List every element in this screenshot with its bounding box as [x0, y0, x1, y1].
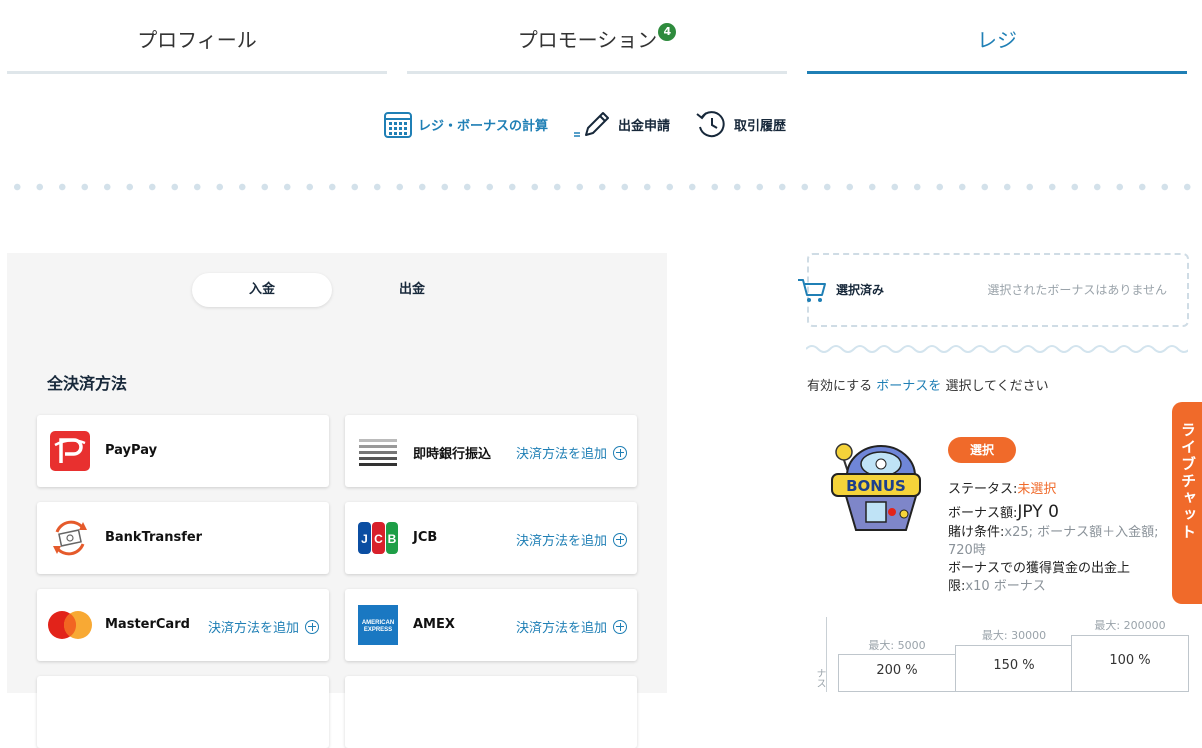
calculator-icon [384, 112, 412, 138]
bank-transfer-logo [49, 518, 91, 558]
svg-text:BONUS: BONUS [846, 477, 906, 495]
add-payment-method-button[interactable]: 決済方法を追加 [208, 617, 319, 636]
jcb-logo: J C B [357, 518, 399, 558]
svg-text:J: J [361, 532, 368, 546]
bank-transfer-stripes-logo [357, 431, 399, 471]
tab-profile[interactable]: プロフィール [7, 0, 387, 74]
deposit-toggle[interactable]: 入金 [192, 273, 332, 307]
svg-text:C: C [374, 532, 383, 546]
svg-text:EXPRESS: EXPRESS [364, 627, 392, 633]
tier-max-label: 最大: 30000 [981, 629, 1047, 642]
payment-name: BankTransfer [105, 530, 203, 545]
payment-card-partial[interactable] [37, 676, 329, 748]
bonus-calculator-link[interactable]: レジ・ボーナスの計算 [384, 110, 548, 138]
transaction-history-link[interactable]: 取引履歴 [694, 109, 786, 139]
payment-name: AMEX [413, 617, 455, 632]
amex-logo: AMERICAN EXPRESS [357, 605, 399, 645]
plus-circle-icon [613, 445, 627, 460]
withdraw-request-label: 出金申請 [618, 118, 671, 134]
svg-text:AMERICAN: AMERICAN [362, 620, 394, 626]
mastercard-logo [45, 605, 95, 645]
tab-profile-underline [7, 71, 387, 74]
cart-icon [798, 279, 826, 302]
paypay-logo [49, 431, 91, 471]
tab-cashier[interactable]: レジ [807, 0, 1187, 74]
tab-cashier-label: レジ [977, 28, 1017, 52]
tab-promotion-label: プロモーション [517, 28, 658, 52]
pencil-icon [574, 112, 610, 137]
live-chat-button[interactable]: ライブチャット [1172, 402, 1202, 604]
bonus-status: ステータス:未選択 [948, 482, 1057, 497]
bonus-cap-value: x10 ボーナス [965, 579, 1046, 594]
payment-card-mastercard[interactable]: MasterCard 決済方法を追加 [37, 589, 329, 661]
select-bonus-prompt: 有効にする ボーナスを 選択してください [807, 379, 1049, 394]
payment-card-paypay[interactable]: PayPay [37, 415, 329, 487]
history-icon [696, 111, 725, 138]
payment-name: 即時銀行振込 [413, 447, 492, 462]
cashier-subnav: レジ・ボーナスの計算 出金申請 取引履歴 [384, 108, 810, 140]
payment-card-banktransfer[interactable]: BankTransfer [37, 502, 329, 574]
add-payment-method-button[interactable]: 決済方法を追加 [516, 617, 627, 636]
bonus-link[interactable]: ボーナスを [876, 379, 941, 394]
bonus-wager: 賭け条件:x25; ボーナス額＋入金額; 720時 [948, 525, 1159, 558]
payment-name: JCB [413, 530, 438, 545]
transaction-history-label: 取引履歴 [734, 118, 787, 134]
withdraw-toggle[interactable]: 出金 [342, 273, 482, 307]
withdraw-request-link[interactable]: 出金申請 [572, 109, 670, 139]
payment-card-partial[interactable] [345, 676, 637, 748]
all-payment-methods-title: 全決済方法 [47, 374, 128, 393]
select-bonus-button[interactable]: 選択 [948, 437, 1016, 463]
plus-circle-icon [613, 532, 627, 547]
live-chat-label: ライブチャット [1179, 422, 1197, 541]
bonus-calculator-label: レジ・ボーナスの計算 [418, 118, 549, 134]
payment-card-amex[interactable]: AMERICAN EXPRESS AMEX 決済方法を追加 [345, 589, 637, 661]
tier-percent: 150 % [955, 645, 1073, 692]
tab-profile-label: プロフィール [137, 28, 257, 52]
bonus-status-value: 未選択 [1017, 482, 1057, 497]
dotted-divider [6, 183, 1196, 191]
tier-axis-label: ナス [814, 668, 825, 688]
tier-percent: 200 % [838, 654, 956, 692]
tab-cashier-underline [807, 71, 1187, 74]
tab-promotion[interactable]: プロモーション 4 [407, 0, 787, 74]
tier-max-label: 最大: 200000 [1094, 619, 1166, 632]
no-bonus-selected-text: 選択されたボーナスはありません [987, 283, 1167, 297]
wave-divider [806, 345, 1188, 353]
plus-circle-icon [305, 619, 319, 634]
payment-name: PayPay [105, 443, 158, 458]
tier-percent: 100 % [1071, 635, 1189, 692]
tab-promotion-underline [407, 71, 787, 74]
bonus-amount-value: JPY 0 [1017, 502, 1059, 522]
plus-circle-icon [613, 619, 627, 634]
payment-name: MasterCard [105, 617, 190, 632]
payment-card-instant-bank[interactable]: 即時銀行振込 決済方法を追加 [345, 415, 637, 487]
bonus-cap: ボーナスでの獲得賞金の出金上限:x10 ボーナス [948, 561, 1131, 594]
bonus-amount: ボーナス額:JPY 0 [948, 502, 1059, 522]
add-payment-method-button[interactable]: 決済方法を追加 [516, 530, 627, 549]
selected-label: 選択済み [836, 283, 885, 297]
promotion-count-badge: 4 [658, 23, 677, 41]
bonus-slot-machine-icon: BONUS [831, 443, 921, 531]
selected-bonus-box: 選択済み 選択されたボーナスはありません [798, 253, 1189, 327]
tier-max-label: 最大: 5000 [868, 639, 926, 652]
payment-card-jcb[interactable]: J C B JCB 決済方法を追加 [345, 502, 637, 574]
add-payment-method-button[interactable]: 決済方法を追加 [516, 443, 627, 462]
svg-text:B: B [388, 532, 397, 546]
